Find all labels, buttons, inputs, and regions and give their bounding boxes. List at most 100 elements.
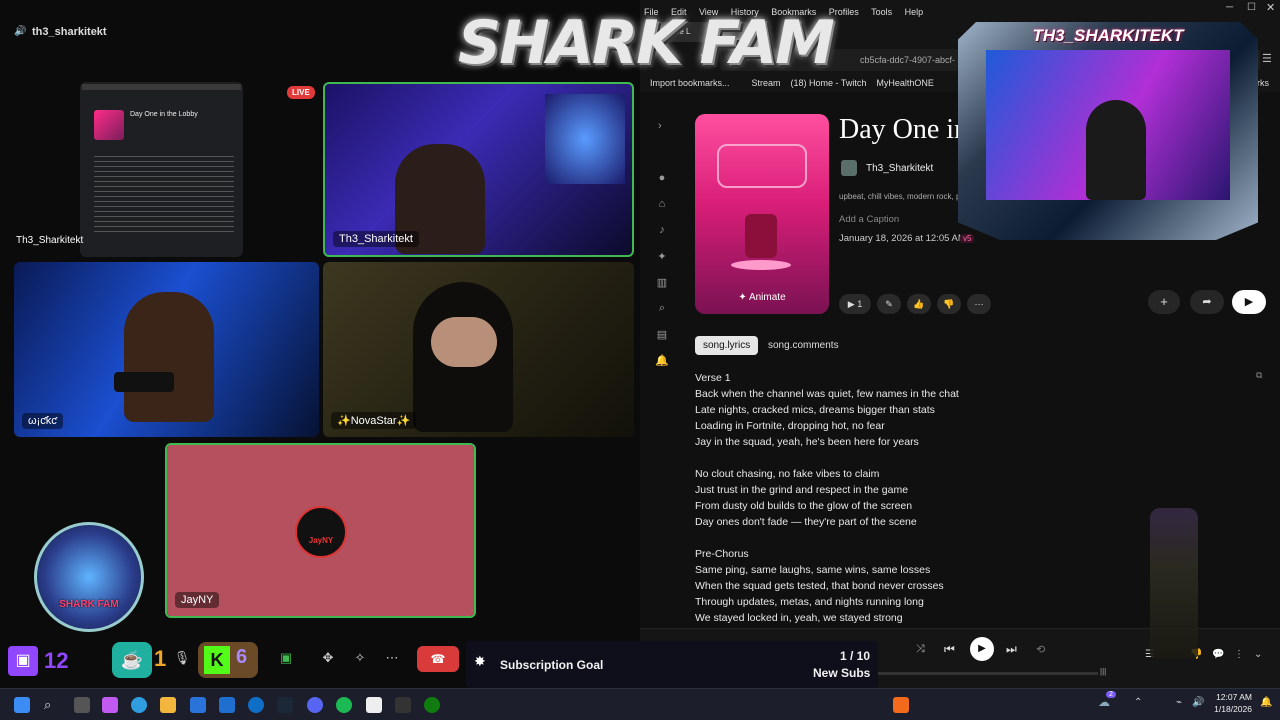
song-tags[interactable]: upbeat, chill vibes, modern rock, pro xyxy=(839,192,968,201)
artist-avatar[interactable] xyxy=(841,160,857,176)
copy-icon[interactable]: ⧉ xyxy=(1256,370,1262,381)
inbox-icon[interactable]: ▤ xyxy=(655,328,669,342)
clock-date[interactable]: 1/18/2026 xyxy=(1212,704,1252,714)
volume-icon[interactable]: ||| xyxy=(1100,667,1106,676)
artist-name[interactable]: Th3_Sharkitekt xyxy=(866,163,933,174)
lyric-line: Pre-Chorus xyxy=(695,548,749,560)
search-icon[interactable]: ⌕ xyxy=(655,302,669,316)
share-button[interactable]: ➦ xyxy=(1190,290,1224,314)
hang-up-button[interactable]: ☎ xyxy=(417,646,459,672)
bookmark-myhealthone[interactable]: MyHealthONE xyxy=(876,78,934,88)
participant-tile-wicks[interactable]: ω¡ƈƙƈ xyxy=(14,262,319,437)
participant-name: Th3_Sharkitekt xyxy=(333,231,419,247)
clock-time[interactable]: 12:07 AM xyxy=(1212,692,1252,702)
lyric-line: Day ones don't fade — they're part of th… xyxy=(695,516,917,528)
participant-name: ω¡ƈƙƈ xyxy=(22,413,63,429)
tab-lyrics[interactable]: song.lyrics xyxy=(695,336,759,355)
steam-icon[interactable] xyxy=(277,697,293,713)
xbox-icon[interactable] xyxy=(424,697,440,713)
spotify-icon[interactable] xyxy=(336,697,352,713)
explore-icon[interactable]: ✦ xyxy=(655,250,669,264)
tray-chevron-icon[interactable]: ⌃ xyxy=(1134,697,1142,708)
lyric-line: Back when the channel was quiet, few nam… xyxy=(695,388,959,400)
library-icon[interactable]: ▥ xyxy=(655,276,669,290)
play-count-button[interactable]: ▶ 1 xyxy=(839,294,871,314)
kick-panel: K 6 xyxy=(198,642,258,678)
more-player-icon[interactable]: ⋮ xyxy=(1234,649,1244,660)
lyric-line: Just trust in the grind and respect in t… xyxy=(695,484,909,496)
menu-tools[interactable]: Tools xyxy=(871,7,892,17)
more-icon[interactable]: ⋯ xyxy=(382,648,402,668)
taskbar: ⌕ ☁ 2 ⌃ ⌁ 🔊 12:07 AM 1/18/2026 🔔 xyxy=(0,688,1280,720)
discord-icon[interactable] xyxy=(307,697,323,713)
like-icon[interactable]: 👍 xyxy=(907,294,931,314)
lyric-line: Late nights, cracked mics, dreams bigger… xyxy=(695,404,935,416)
participant-tile-novastar[interactable]: ✨NovaStar✨ xyxy=(323,262,634,437)
app-icon[interactable] xyxy=(219,697,235,713)
epic-icon[interactable] xyxy=(395,697,411,713)
add-button[interactable]: + xyxy=(1148,290,1180,314)
bell-icon[interactable]: 🔔 xyxy=(1260,697,1272,708)
volume-tray-icon[interactable]: 🔊 xyxy=(1192,697,1204,708)
minimize-button[interactable]: ─ xyxy=(1226,2,1233,13)
edge-icon[interactable] xyxy=(131,697,147,713)
mic-icon[interactable]: 🎙 xyxy=(172,648,192,668)
menu-help[interactable]: Help xyxy=(905,7,924,17)
document-icon[interactable] xyxy=(366,697,382,713)
next-icon[interactable]: ⏭ xyxy=(1006,642,1017,657)
soundboard-icon[interactable]: ✧ xyxy=(350,648,370,668)
close-button[interactable]: ✕ xyxy=(1266,1,1275,14)
caption-field[interactable]: Add a Caption xyxy=(839,214,899,225)
song-date: January 18, 2026 at 12:05 AM xyxy=(839,233,966,244)
tab-comments[interactable]: song.comments xyxy=(760,336,847,355)
song-cover-art[interactable]: ✦ Animate xyxy=(695,114,829,314)
animate-button[interactable]: ✦ Animate xyxy=(695,282,829,314)
app-orange-icon[interactable] xyxy=(893,697,909,713)
comment-icon[interactable]: ✎ xyxy=(877,294,901,314)
shuffle-icon[interactable]: ⤨ xyxy=(916,643,925,656)
store-icon[interactable] xyxy=(190,697,206,713)
previous-icon[interactable]: ⏮ xyxy=(944,642,955,657)
explorer-icon[interactable] xyxy=(160,697,176,713)
lyric-line: Loading in Fortnite, dropping hot, no fe… xyxy=(695,420,885,432)
version-badge: v5 xyxy=(960,234,975,243)
collapse-icon[interactable]: ⌄ xyxy=(1254,649,1262,660)
lyric-line: From dusty old builds to the glow of the… xyxy=(695,500,913,512)
webcam-frame: TH3_SHARKITEKT xyxy=(958,22,1258,240)
player-play-button[interactable]: ▶ xyxy=(970,637,994,661)
seek-bar[interactable] xyxy=(878,672,1098,675)
screen-share-tile[interactable]: Day One in the Lobby xyxy=(80,82,243,257)
profile-icon[interactable]: ● xyxy=(655,172,669,186)
expand-sidebar-icon[interactable]: › xyxy=(658,120,662,132)
repeat-icon[interactable]: ⟲ xyxy=(1036,643,1045,656)
screen-share-icon[interactable]: ▣ xyxy=(276,648,296,668)
lyric-line xyxy=(695,530,959,546)
goal-label: Subscription Goal xyxy=(500,658,604,672)
start-icon[interactable] xyxy=(14,697,30,713)
dislike-icon[interactable]: 👎 xyxy=(937,294,961,314)
more-options-icon[interactable]: ⋯ xyxy=(967,294,991,314)
task-view-icon[interactable] xyxy=(74,697,90,713)
home-icon[interactable]: ⌂ xyxy=(655,198,669,212)
participant-tile-jayny[interactable]: JayNY JayNY xyxy=(165,443,476,618)
search-icon[interactable]: ⌕ xyxy=(44,697,60,713)
activities-icon[interactable]: ✥ xyxy=(318,648,338,668)
shark-fam-banner: SHARK FAM xyxy=(458,8,835,78)
notifications-icon[interactable]: 🔔 xyxy=(655,354,669,368)
browser-icon[interactable] xyxy=(248,697,264,713)
play-button[interactable]: ▶ xyxy=(1232,290,1266,314)
screen-share-name: Th3_Sharkitekt xyxy=(16,235,84,246)
twitch-icon: ▣ xyxy=(8,646,38,676)
app-menu-icon[interactable]: ☰ xyxy=(1262,52,1272,65)
comments-player-icon[interactable]: 💬 xyxy=(1212,649,1224,660)
participant-tile-sharkitekt[interactable]: Th3_Sharkitekt xyxy=(323,82,634,257)
lyric-line: Through updates, metas, and nights runni… xyxy=(695,596,924,608)
maximize-button[interactable]: ☐ xyxy=(1247,2,1256,13)
network-icon[interactable]: ⌁ xyxy=(1176,697,1182,708)
participant-name: ✨NovaStar✨ xyxy=(331,412,417,429)
lyric-line: We stayed locked in, yeah, we stayed str… xyxy=(695,612,903,624)
create-icon[interactable]: ♪ xyxy=(655,224,669,238)
speaker-icon: 🔊 xyxy=(14,26,27,37)
webcam-feed xyxy=(986,50,1230,200)
copilot-icon[interactable] xyxy=(102,697,118,713)
